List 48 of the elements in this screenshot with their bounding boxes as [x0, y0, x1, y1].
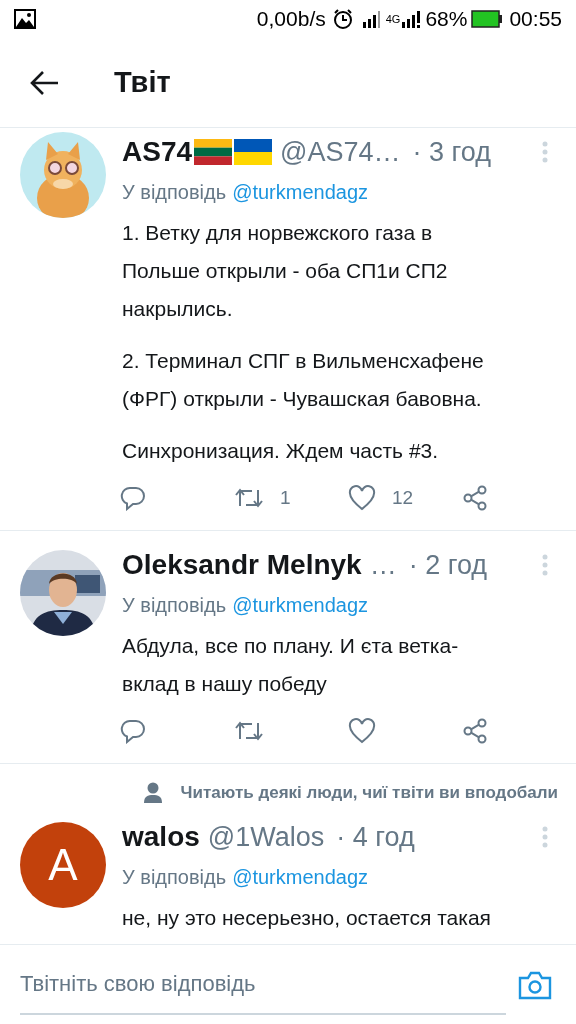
tweet-time: · 2 год: [408, 548, 488, 582]
avatar[interactable]: A: [20, 822, 106, 908]
person-icon: [142, 782, 163, 804]
flag-icon: [194, 137, 233, 167]
like-icon[interactable]: [348, 485, 376, 511]
user-name[interactable]: AS74: [122, 131, 193, 173]
user-handle: @AS74…: [280, 135, 401, 169]
battery-percent: 68%: [425, 6, 468, 33]
like-icon[interactable]: [348, 718, 376, 744]
user-name[interactable]: walos: [122, 816, 200, 858]
mention-link[interactable]: @turkmendagz: [232, 593, 369, 617]
signal-icon: [361, 10, 382, 28]
tweet-text: Синхронизация. Ждем часть #3.: [122, 438, 440, 464]
mention-link[interactable]: @turkmendagz: [232, 865, 369, 889]
network-speed: 0,00b/s: [256, 6, 326, 33]
retweet-icon[interactable]: [234, 486, 264, 510]
share-icon[interactable]: [462, 485, 488, 511]
user-name[interactable]: Oleksandr Melnyk: [122, 544, 362, 586]
flag-icon: [234, 137, 273, 167]
reply-label: У відповідь: [122, 865, 227, 889]
social-context: Читають деякі люди, чиї твіти ви вподобали: [180, 782, 558, 805]
retweet-icon[interactable]: [234, 719, 264, 743]
user-handle: …: [369, 548, 397, 582]
signal-icon: [401, 10, 422, 28]
tweet-text: не, ну это несерьезно, остается такая: [122, 905, 492, 931]
camera-icon[interactable]: [518, 969, 552, 1000]
reply-icon[interactable]: [120, 718, 146, 744]
battery-icon: [471, 10, 504, 28]
reply-input[interactable]: Твітніть свою відповідь: [20, 954, 506, 1015]
reply-label: У відповідь: [122, 180, 227, 204]
tweet-text: 2. Терминал СПГ в Вильменсхафене (ФРГ) открыли - Чувашская бавовна.: [122, 348, 485, 412]
gallery-icon: [14, 9, 36, 29]
back-arrow-icon[interactable]: [30, 69, 60, 96]
user-handle: @1Walos: [207, 820, 325, 854]
alarm-icon: [331, 8, 354, 30]
tweet-text: Абдула, все по плану. И єта ветка- вклад в нашу победу: [122, 633, 460, 697]
tweet-time: · 4 год: [336, 820, 415, 854]
share-icon[interactable]: [462, 718, 488, 744]
page-title: Твіт: [114, 64, 171, 100]
retweet-count: 1: [280, 485, 291, 510]
reply-icon[interactable]: [120, 485, 146, 511]
network-type: 4G: [385, 11, 401, 27]
like-count: 12: [392, 485, 414, 510]
reply-label: У відповідь: [122, 593, 227, 617]
tweet-time: · 3 год: [412, 135, 491, 169]
mention-link[interactable]: @turkmendagz: [232, 180, 369, 204]
clock-time: 00:55: [509, 6, 562, 33]
tweet-text: 1. Ветку для норвежского газа в Польше открыли - оба СП1и СП2 накрылись.: [122, 220, 449, 322]
